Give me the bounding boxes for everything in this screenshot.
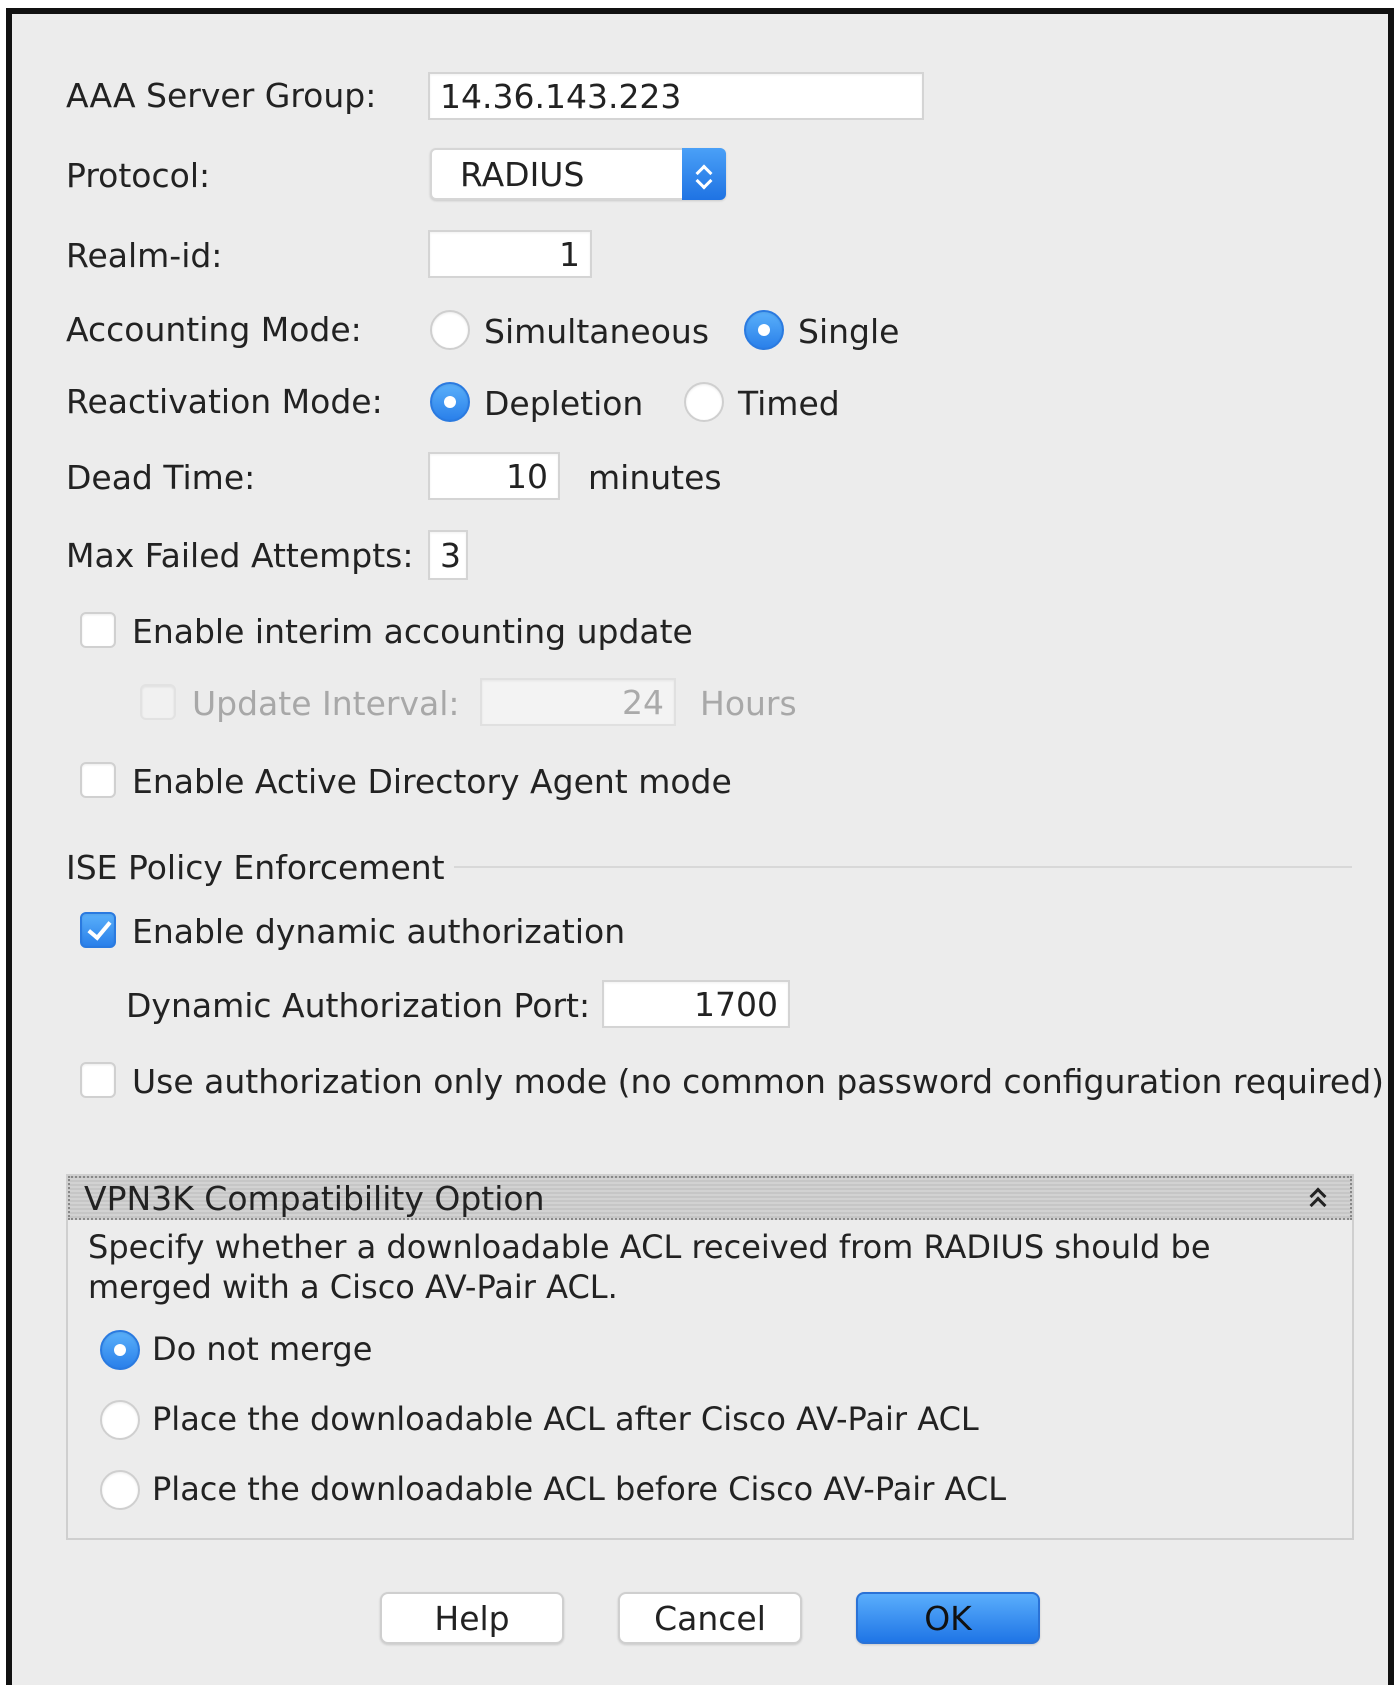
dead-time-field[interactable]: 10 — [428, 452, 560, 500]
vpn3k-do-not-merge-label: Do not merge — [152, 1330, 373, 1368]
interim-accounting-checkbox[interactable] — [80, 612, 116, 648]
max-failed-attempts-label: Max Failed Attempts: — [66, 536, 414, 575]
dynamic-auth-port-field[interactable]: 1700 — [602, 980, 790, 1028]
aaa-server-group-dialog: AAA Server Group: 14.36.143.223 Protocol… — [6, 8, 1394, 1685]
dynamic-auth-checkbox[interactable] — [80, 912, 116, 948]
dynamic-auth-label: Enable dynamic authorization — [132, 912, 626, 951]
vpn3k-description-line1: Specify whether a downloadable ACL recei… — [88, 1228, 1211, 1266]
vpn3k-place-before-radio[interactable] — [100, 1470, 140, 1510]
accounting-single-radio[interactable] — [744, 310, 784, 350]
max-failed-attempts-field[interactable]: 3 — [428, 530, 468, 580]
dynamic-auth-port-label: Dynamic Authorization Port: — [126, 986, 591, 1025]
protocol-select[interactable]: RADIUS — [430, 148, 726, 200]
update-interval-field[interactable]: 24 — [480, 678, 676, 726]
aaa-server-group-label: AAA Server Group: — [66, 76, 377, 115]
accounting-simultaneous-label: Simultaneous — [484, 312, 710, 351]
help-button[interactable]: Help — [380, 1592, 564, 1644]
reactivation-mode-label: Reactivation Mode: — [66, 382, 383, 421]
vpn3k-description-line2: merged with a Cisco AV-Pair ACL. — [88, 1268, 618, 1306]
vpn3k-section-title: VPN3K Compatibility Option — [84, 1178, 545, 1218]
vpn3k-section: VPN3K Compatibility Option Specify wheth… — [66, 1174, 1354, 1540]
update-interval-label: Update Interval: — [192, 684, 460, 723]
ad-agent-checkbox[interactable] — [80, 762, 116, 798]
reactivation-depletion-label: Depletion — [484, 384, 644, 423]
collapse-chevron-icon[interactable] — [1308, 1186, 1330, 1214]
reactivation-timed-radio[interactable] — [684, 382, 724, 422]
cancel-button[interactable]: Cancel — [618, 1592, 802, 1644]
ise-section-title: ISE Policy Enforcement — [66, 848, 445, 887]
vpn3k-place-after-radio[interactable] — [100, 1400, 140, 1440]
interim-accounting-label: Enable interim accounting update — [132, 612, 693, 651]
ok-button[interactable]: OK — [856, 1592, 1040, 1644]
dead-time-unit: minutes — [588, 458, 722, 497]
protocol-select-value: RADIUS — [460, 154, 585, 194]
select-arrows-icon — [682, 148, 726, 200]
protocol-label: Protocol: — [66, 156, 211, 195]
vpn3k-place-before-label: Place the downloadable ACL before Cisco … — [152, 1470, 1007, 1508]
reactivation-depletion-radio[interactable] — [430, 382, 470, 422]
auth-only-checkbox[interactable] — [80, 1062, 116, 1098]
realm-id-label: Realm-id: — [66, 236, 223, 275]
vpn3k-do-not-merge-radio[interactable] — [100, 1330, 140, 1370]
aaa-server-group-field[interactable]: 14.36.143.223 — [428, 72, 924, 120]
update-interval-checkbox[interactable] — [140, 684, 176, 720]
reactivation-timed-label: Timed — [738, 384, 840, 423]
accounting-single-label: Single — [798, 312, 900, 351]
dead-time-label: Dead Time: — [66, 458, 256, 497]
ise-section-divider — [454, 866, 1352, 868]
auth-only-label: Use authorization only mode (no common p… — [132, 1062, 1385, 1101]
vpn3k-section-header[interactable]: VPN3K Compatibility Option — [68, 1176, 1352, 1220]
update-interval-unit: Hours — [700, 684, 797, 723]
ad-agent-label: Enable Active Directory Agent mode — [132, 762, 732, 801]
vpn3k-place-after-label: Place the downloadable ACL after Cisco A… — [152, 1400, 979, 1438]
accounting-mode-label: Accounting Mode: — [66, 310, 362, 349]
realm-id-field[interactable]: 1 — [428, 230, 592, 278]
accounting-simultaneous-radio[interactable] — [430, 310, 470, 350]
